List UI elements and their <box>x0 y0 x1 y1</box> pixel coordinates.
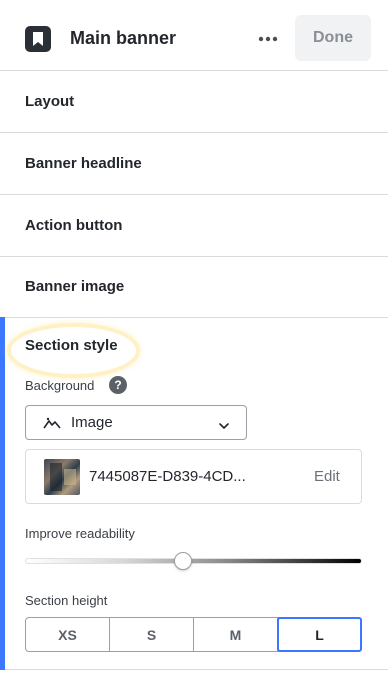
edit-image-link[interactable]: Edit <box>314 468 340 485</box>
section-banner-image[interactable]: Banner image <box>0 256 388 318</box>
section-style-panel: Section style Background ? Image 7445087… <box>0 317 388 670</box>
active-section-indicator <box>0 317 5 670</box>
section-label: Banner image <box>25 278 125 295</box>
background-type-select[interactable]: Image <box>25 405 247 440</box>
section-height-label: Section height <box>25 593 108 608</box>
height-option-xs[interactable]: XS <box>26 618 110 651</box>
section-banner-headline[interactable]: Banner headline <box>0 133 388 195</box>
height-option-l[interactable]: L <box>277 617 362 652</box>
banner-icon <box>25 26 51 52</box>
section-label: Banner headline <box>25 155 142 172</box>
image-filename: 7445087E-D839-4CD... <box>89 468 246 485</box>
header: Main banner Done <box>0 0 388 71</box>
section-action-button[interactable]: Action button <box>0 195 388 257</box>
section-label: Layout <box>25 93 75 110</box>
readability-label: Improve readability <box>25 526 135 541</box>
background-image-card: 7445087E-D839-4CD... Edit <box>25 449 362 504</box>
section-style-heading[interactable]: Section style <box>25 337 118 354</box>
select-value: Image <box>71 414 113 431</box>
mountains-icon <box>43 416 61 434</box>
chevron-down-icon <box>218 418 230 436</box>
section-label: Action button <box>25 217 123 234</box>
height-option-s[interactable]: S <box>110 618 194 651</box>
readability-slider-track[interactable] <box>25 558 362 564</box>
done-button[interactable]: Done <box>295 15 371 61</box>
page-title: Main banner <box>70 28 177 48</box>
section-layout[interactable]: Layout <box>0 71 388 133</box>
background-label: Background <box>25 378 95 393</box>
height-option-m[interactable]: M <box>194 618 278 651</box>
image-thumbnail <box>44 459 80 495</box>
more-options-icon[interactable] <box>255 27 281 51</box>
readability-slider-handle[interactable] <box>174 552 193 570</box>
section-height-selector: XS S M L <box>25 617 362 652</box>
help-icon[interactable]: ? <box>109 376 127 394</box>
